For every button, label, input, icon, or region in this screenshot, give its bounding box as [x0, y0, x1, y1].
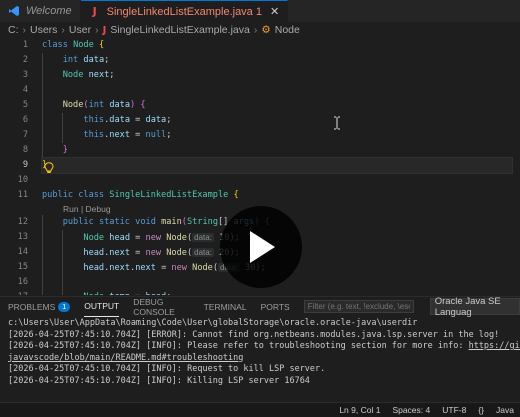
output-line: javavscode/blob/main/README.md#troublesh… — [8, 353, 520, 365]
chevron-right-icon: › — [253, 24, 258, 36]
code-line-current: } — [41, 157, 513, 174]
breadcrumb-symbol[interactable]: Node — [275, 24, 300, 36]
code-line: Node temp = head; — [42, 290, 512, 295]
play-icon — [250, 231, 275, 263]
code-line: int data; — [42, 53, 512, 68]
close-icon[interactable]: ✕ — [270, 5, 279, 18]
breadcrumb: C: › Users › User › J SingleLinkedListEx… — [0, 22, 520, 38]
line-number: 8 — [22, 145, 28, 155]
breadcrumb-file[interactable]: SingleLinkedListExample.java — [110, 24, 250, 36]
line-number: 10 — [17, 175, 28, 185]
tab-label: PROBLEMS — [8, 301, 56, 312]
line-number: 9 — [22, 160, 28, 170]
breadcrumb-drive[interactable]: C: — [8, 24, 19, 36]
line-number: 6 — [22, 115, 28, 125]
output-line: [2026-04-25T07:45:10.704Z] [INFO]: Pleas… — [8, 341, 520, 353]
code-line: } — [42, 143, 512, 158]
language-mode[interactable]: Java — [496, 405, 514, 415]
output-filter-input[interactable] — [303, 300, 414, 313]
tab-ports[interactable]: PORTS — [261, 297, 290, 317]
chevron-right-icon: › — [95, 24, 99, 36]
line-number: 11 — [17, 190, 28, 200]
output-line: [2026-04-25T07:45:10.704Z] [INFO]: Killi… — [8, 375, 310, 386]
java-file-icon: J — [102, 24, 107, 36]
code-line: this.next = null; — [42, 128, 512, 143]
line-number: 3 — [22, 70, 28, 80]
line-number: 12 — [17, 217, 28, 227]
play-button[interactable] — [220, 206, 302, 288]
tab-label: SingleLinkedListExample.java 1 — [106, 5, 262, 18]
output-log[interactable]: c:\Users\User\AppData\Roaming\Code\User\… — [0, 318, 520, 401]
tab-label: DEBUG CONSOLE — [133, 296, 175, 317]
code-editor[interactable]: 1 2 3 4 5 6 7 8 9 10 11 12 13 14 15 16 1… — [0, 38, 520, 295]
output-line: [2026-04-25T07:45:10.704Z] [INFO]: Reque… — [8, 364, 326, 374]
chevron-right-icon: › — [22, 24, 27, 36]
line-number: 5 — [22, 100, 28, 110]
panel-tab-bar: PROBLEMS 1 OUTPUT DEBUG CONSOLE TERMINAL… — [0, 295, 520, 318]
indentation[interactable]: Spaces: 4 — [392, 405, 430, 415]
editor-tab-bar: Welcome J SingleLinkedListExample.java 1… — [0, 0, 520, 22]
line-number: 2 — [22, 55, 28, 65]
line-number: 1 — [22, 40, 28, 50]
code-line: public class SingleLinkedListExample { — [42, 190, 239, 200]
code-line: Node(int data) { — [42, 98, 512, 113]
code-line: this.data = data; — [42, 113, 512, 128]
output-text: [2026-04-25T07:45:10.704Z] [INFO]: Pleas… — [8, 341, 469, 351]
code-line — [42, 83, 512, 98]
vscode-logo-icon — [8, 5, 20, 17]
lightbulb-icon[interactable] — [44, 162, 54, 174]
status-bar: Ln 9, Col 1 Spaces: 4 UTF-8 {} Java — [0, 402, 520, 417]
tab-output[interactable]: OUTPUT — [84, 297, 120, 317]
tab-debug-console[interactable]: DEBUG CONSOLE — [133, 297, 189, 317]
line-number: 13 — [17, 232, 28, 242]
output-channel-select[interactable]: Oracle Java SE Languag — [429, 295, 520, 318]
output-line: c:\Users\User\AppData\Roaming\Code\User\… — [8, 318, 418, 328]
breadcrumb-users[interactable]: Users — [30, 24, 57, 36]
braces-icon[interactable]: {} — [478, 405, 484, 415]
code-line: Node next; — [42, 68, 512, 83]
channel-label: Oracle Java SE Languag — [434, 295, 501, 318]
breadcrumb-user[interactable]: User — [69, 24, 91, 36]
tab-label: OUTPUT — [84, 301, 120, 311]
troubleshooting-link[interactable]: https://git — [469, 341, 520, 351]
tab-welcome[interactable]: Welcome — [0, 0, 81, 22]
line-number: 15 — [17, 262, 28, 272]
code-line: class Node { — [42, 40, 105, 50]
line-number: 14 — [17, 247, 28, 257]
encoding[interactable]: UTF-8 — [442, 405, 466, 415]
java-file-icon: J — [92, 5, 97, 18]
line-number-gutter: 1 2 3 4 5 6 7 8 9 10 11 12 13 14 15 16 1… — [0, 38, 28, 295]
line-number: 7 — [22, 130, 28, 140]
line-number: 16 — [17, 277, 28, 287]
cursor-position[interactable]: Ln 9, Col 1 — [339, 405, 380, 415]
line-number: 17 — [0, 290, 28, 295]
class-symbol-icon: ⚙ — [261, 24, 271, 36]
line-number: 4 — [22, 85, 28, 95]
tab-problems[interactable]: PROBLEMS 1 — [8, 297, 71, 317]
tab-singlelinkedlistexample[interactable]: J SingleLinkedListExample.java 1 ✕ — [80, 0, 289, 22]
tab-terminal[interactable]: TERMINAL — [204, 297, 247, 317]
troubleshooting-link-continued[interactable]: javavscode/blob/main/README.md#troublesh… — [8, 353, 243, 363]
output-line: [2026-04-25T07:45:10.704Z] [ERROR]: Cann… — [8, 329, 500, 340]
text-cursor-icon — [334, 116, 340, 130]
tab-label: Welcome — [26, 5, 72, 17]
tab-label: PORTS — [260, 301, 290, 312]
line-number — [0, 203, 28, 215]
chevron-right-icon: › — [61, 24, 65, 36]
problems-count-badge: 1 — [58, 301, 71, 312]
tab-label: TERMINAL — [203, 301, 247, 312]
